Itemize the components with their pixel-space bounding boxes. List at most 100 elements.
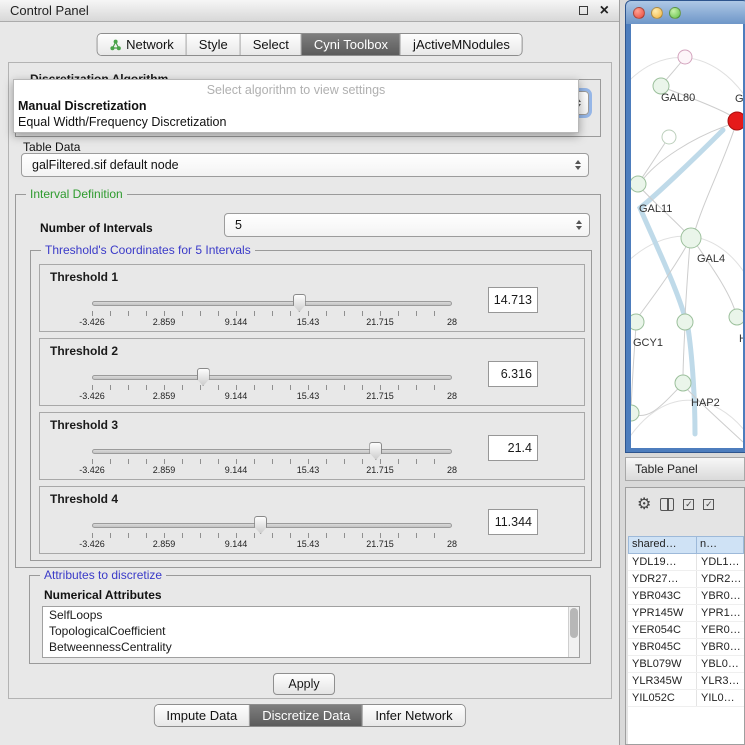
network-canvas[interactable]: GAL80GAGAL11GAL4GCY1HHAP2 (631, 24, 743, 448)
table-row[interactable]: YBL079WYBL0… (628, 656, 744, 673)
table-row[interactable]: YER054CYER0… (628, 622, 744, 639)
slider-track[interactable] (92, 523, 452, 528)
table-cell[interactable]: YIL0… (697, 690, 744, 706)
network-node[interactable] (675, 375, 691, 391)
table-row[interactable]: YDL19…YDL1… (628, 554, 744, 571)
tab-discretize-data[interactable]: Discretize Data (250, 705, 363, 726)
numerical-attributes-list[interactable]: SelfLoopsTopologicalCoefficientBetweenne… (42, 606, 580, 658)
list-item[interactable]: SelfLoops (43, 607, 579, 623)
control-panel-titlebar[interactable]: Control Panel × (0, 0, 619, 22)
threshold-1-value-field[interactable]: 14.713 (488, 287, 538, 313)
network-node[interactable] (678, 50, 692, 64)
tick-label: 21.715 (366, 391, 394, 401)
network-node[interactable] (631, 176, 646, 192)
slider-thumb[interactable] (254, 516, 267, 534)
table-cell[interactable]: YIL052C (628, 690, 697, 706)
table-cell[interactable]: YER0… (697, 622, 744, 638)
table-cell[interactable]: YDR2… (697, 571, 744, 587)
threshold-1-slider[interactable]: -3.4262.8599.14415.4321.71528 (92, 293, 452, 327)
table-row[interactable]: YBR045CYBR0… (628, 639, 744, 656)
threshold-2-slider[interactable]: -3.4262.8599.14415.4321.71528 (92, 367, 452, 401)
list-scrollbar[interactable] (568, 607, 579, 657)
network-node[interactable] (729, 309, 743, 325)
threshold-label: Threshold 4 (50, 492, 118, 506)
tick-label: 2.859 (153, 465, 176, 475)
table-cell[interactable]: YBL079W (628, 656, 697, 672)
select-all-columns-icon[interactable]: ✓ (683, 499, 694, 510)
table-cell[interactable]: YBR0… (697, 639, 744, 655)
table-cell[interactable]: YBL0… (697, 656, 744, 672)
tab-infer-network[interactable]: Infer Network (363, 705, 464, 726)
threshold-label: Threshold 3 (50, 418, 118, 432)
tab-cyni-toolbox[interactable]: Cyni Toolbox (302, 34, 401, 55)
dropdown-placeholder[interactable]: Select algorithm to view settings (14, 82, 578, 98)
table-row[interactable]: YIL052CYIL0… (628, 690, 744, 707)
tab-select[interactable]: Select (241, 34, 302, 55)
tick-label: 9.144 (225, 391, 248, 401)
table-cell[interactable]: YPR1… (697, 605, 744, 621)
table-cell[interactable]: YPR145W (628, 605, 697, 621)
network-node[interactable] (631, 314, 644, 330)
column-header-shared-name[interactable]: shared… (628, 536, 697, 554)
table-cell[interactable]: YDL1… (697, 554, 744, 570)
node-label: GAL4 (697, 253, 725, 265)
network-node[interactable] (677, 314, 693, 330)
list-item[interactable]: TopologicalCoefficient (43, 623, 579, 639)
close-icon[interactable]: × (600, 4, 609, 18)
table-cell[interactable]: YLR345W (628, 673, 697, 689)
table-cell[interactable]: YBR045C (628, 639, 697, 655)
network-node[interactable] (681, 228, 701, 248)
table-cell[interactable]: YBR043C (628, 588, 697, 604)
table-cell[interactable]: YER054C (628, 622, 697, 638)
minimize-traffic-light[interactable] (651, 7, 663, 19)
threshold-3-slider[interactable]: -3.4262.8599.14415.4321.71528 (92, 441, 452, 475)
network-node-selected[interactable] (728, 112, 743, 130)
table-cell[interactable]: YDR27… (628, 571, 697, 587)
network-icon (109, 39, 121, 51)
threshold-4-value-field[interactable]: 11.344 (488, 509, 538, 535)
table-panel-header[interactable]: Table Panel (625, 457, 745, 481)
list-item[interactable]: BetweennessCentrality (43, 639, 579, 655)
network-window-titlebar[interactable] (626, 1, 745, 24)
column-header-name[interactable]: n… (697, 536, 744, 554)
columns-icon[interactable] (660, 498, 674, 511)
threshold-4-slider[interactable]: -3.4262.8599.14415.4321.71528 (92, 515, 452, 549)
tick-label: -3.426 (79, 539, 105, 549)
unselect-columns-icon[interactable]: ✓ (703, 499, 714, 510)
network-node[interactable] (631, 405, 639, 421)
scrollbar-thumb[interactable] (570, 608, 578, 638)
slider-track[interactable] (92, 301, 452, 306)
tab-network[interactable]: Network (97, 34, 187, 55)
slider-thumb[interactable] (197, 368, 210, 386)
threshold-2-value-field[interactable]: 6.316 (488, 361, 538, 387)
tick-label: 21.715 (366, 539, 394, 549)
table-data-combobox[interactable]: galFiltered.sif default node (21, 153, 589, 177)
dropdown-option-equal-width[interactable]: Equal Width/Frequency Discretization (14, 114, 578, 130)
threshold-3-value-field[interactable]: 21.4 (488, 435, 538, 461)
table-row[interactable]: YLR345WYLR3… (628, 673, 744, 690)
slider-thumb[interactable] (293, 294, 306, 312)
cyni-toolbox-panel: Discretization Algorithm Select algorith… (8, 62, 612, 699)
table-row[interactable]: YDR27…YDR2… (628, 571, 744, 588)
gear-icon[interactable]: ⚙ (637, 497, 651, 513)
tick-label: -3.426 (79, 391, 105, 401)
table-cell[interactable]: YDL19… (628, 554, 697, 570)
zoom-traffic-light[interactable] (669, 7, 681, 19)
dropdown-option-manual-discretization[interactable]: Manual Discretization (14, 98, 578, 114)
table-cell[interactable]: YLR3… (697, 673, 744, 689)
node-table: shared… n… YDL19…YDL1…YDR27…YDR2…YBR043C… (628, 536, 744, 744)
number-of-intervals-combobox[interactable]: 5 (224, 213, 590, 237)
float-window-icon[interactable] (579, 6, 588, 15)
tab-jactivemnodules[interactable]: jActiveMNodules (401, 34, 522, 55)
tab-style[interactable]: Style (187, 34, 241, 55)
table-row[interactable]: YPR145WYPR1… (628, 605, 744, 622)
apply-button[interactable]: Apply (273, 673, 335, 695)
slider-track[interactable] (92, 375, 452, 380)
table-row[interactable]: YBR043CYBR0… (628, 588, 744, 605)
table-cell[interactable]: YBR0… (697, 588, 744, 604)
slider-thumb[interactable] (369, 442, 382, 460)
slider-track[interactable] (92, 449, 452, 454)
network-node[interactable] (662, 130, 676, 144)
tab-impute-data[interactable]: Impute Data (154, 705, 250, 726)
close-traffic-light[interactable] (633, 7, 645, 19)
